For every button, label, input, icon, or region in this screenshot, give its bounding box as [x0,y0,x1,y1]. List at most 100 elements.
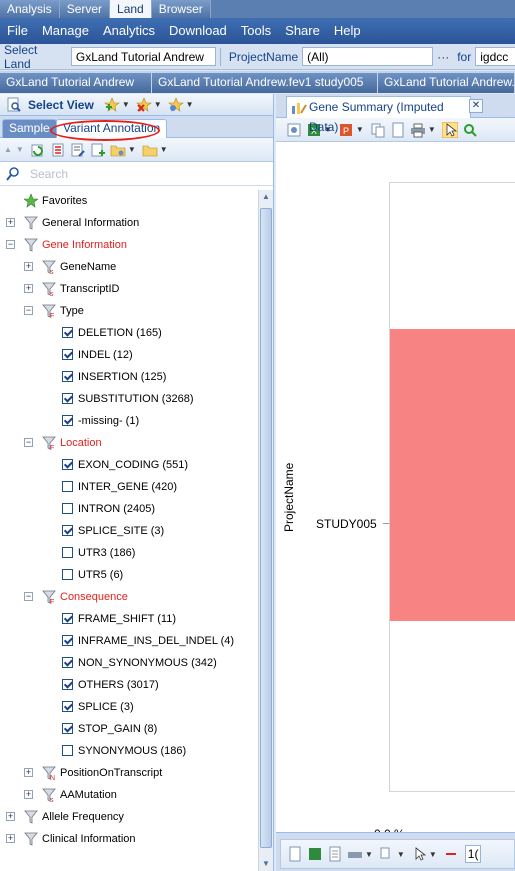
export-ppt-icon[interactable]: P [338,122,354,138]
tree-item-frame-shift[interactable]: FRAME_SHIFT (11) [0,608,258,630]
checkbox[interactable] [62,349,73,360]
tree-item-missing[interactable]: -missing- (1) [0,410,258,432]
expand-icon[interactable]: + [24,768,33,777]
expand-icon[interactable]: + [6,218,15,227]
tree-item-type[interactable]: − F Type [0,300,258,322]
expand-icon[interactable]: + [24,790,33,799]
tree-item-location[interactable]: − F Location [0,432,258,454]
document-icon[interactable] [327,846,343,862]
tree-item-substitution[interactable]: SUBSTITUTION (3268) [0,388,258,410]
checkbox[interactable] [62,481,73,492]
settings-icon[interactable] [286,122,302,138]
tree-item-utr5[interactable]: UTR5 (6) [0,564,258,586]
tree-item-transcriptid[interactable]: + s TranscriptID [0,278,258,300]
scroll-down-button[interactable]: ▼ [260,857,272,871]
collapse-icon[interactable]: − [24,438,33,447]
checkbox[interactable] [62,613,73,624]
checkbox[interactable] [62,525,73,536]
tab-browser[interactable]: Browser [151,0,211,18]
page-icon[interactable] [287,846,303,862]
add-view-icon[interactable] [103,96,120,113]
tree-item-aamutation[interactable]: + s AAMutation [0,784,258,806]
tree-item-intron[interactable]: INTRON (2405) [0,498,258,520]
tree-item-inter-gene[interactable]: INTER_GENE (420) [0,476,258,498]
close-icon[interactable]: ✕ [469,99,483,113]
expand-icon[interactable]: + [6,834,15,843]
remove-filter-icon[interactable] [50,142,66,158]
checkbox[interactable] [62,701,73,712]
open-folder-icon[interactable] [142,142,158,158]
project-name-select[interactable]: (All) [302,47,434,66]
copy-icon[interactable] [379,846,395,862]
edit-filter-icon[interactable] [70,142,86,158]
checkbox[interactable] [62,745,73,756]
tree-item-positionontranscript[interactable]: + N PositionOnTranscript [0,762,258,784]
tab-gene-summary[interactable]: Gene Summary (Imputed Data) [286,96,471,134]
bar-study005[interactable] [390,328,515,621]
expand-down-icon[interactable]: ▼ [16,145,24,154]
print-icon[interactable] [410,122,426,138]
copy-icon[interactable] [370,122,386,138]
tree-item-consequence[interactable]: − F Consequence [0,586,258,608]
checkbox[interactable] [62,569,73,580]
land-select[interactable]: GxLand Tutorial Andrew [70,47,216,66]
doc-tab-study005[interactable]: GxLand Tutorial Andrew.fev1 study005 [152,73,378,93]
checkbox[interactable] [62,635,73,646]
page-icon[interactable] [390,122,406,138]
magnifier-view-icon[interactable] [6,97,22,113]
tree-item-non-synonymous[interactable]: NON_SYNONYMOUS (342) [0,652,258,674]
zoom-icon[interactable] [462,122,478,138]
collapse-icon[interactable]: − [24,592,33,601]
tree-item-synonymous[interactable]: SYNONYMOUS (186) [0,740,258,762]
tab-variant-annotation[interactable]: Variant Annotation [56,119,168,138]
expand-icon[interactable]: + [24,284,33,293]
chevron-down-icon[interactable]: ▼ [122,100,130,109]
checkbox[interactable] [62,327,73,338]
doc-tab-rs[interactable]: GxLand Tutorial Andrew.rs [378,73,515,93]
chevron-down-icon[interactable]: ▼ [160,145,168,154]
pointer-icon[interactable] [441,121,458,138]
menu-file[interactable]: File [0,18,35,44]
tree-item-allele-frequency[interactable]: + Allele Frequency [0,806,258,828]
pointer-icon[interactable] [411,846,427,862]
chevron-down-icon[interactable]: ▼ [128,145,136,154]
checkbox[interactable] [62,679,73,690]
menu-analytics[interactable]: Analytics [96,18,162,44]
chevron-down-icon[interactable]: ▼ [397,850,405,859]
tree-item-gene-information[interactable]: − Gene Information [0,234,258,256]
tab-land[interactable]: Land [110,0,152,18]
search-input[interactable]: Search [30,167,68,181]
chevron-down-icon[interactable]: ▼ [428,125,436,134]
add-filter-icon[interactable] [90,142,106,158]
tab-analysis[interactable]: Analysis [0,0,60,18]
checkbox[interactable] [62,459,73,470]
chevron-down-icon[interactable]: ▼ [429,850,437,859]
scroll-thumb[interactable] [260,208,272,848]
tree-item-clinical-information[interactable]: + Clinical Information [0,828,258,850]
tab-sample[interactable]: Sample [2,119,57,138]
for-input[interactable]: igdcc [475,47,515,66]
tree-item-genename[interactable]: + s GeneName [0,256,258,278]
print-icon[interactable] [347,846,363,862]
tree-item-insertion[interactable]: INSERTION (125) [0,366,258,388]
bottom-value-input[interactable]: 1( [464,845,482,863]
tab-server[interactable]: Server [59,0,111,18]
checkbox[interactable] [62,371,73,382]
vertical-scrollbar[interactable]: ▲ ▼ [258,190,273,871]
delete-view-icon[interactable] [135,96,152,113]
tree-item-others[interactable]: OTHERS (3017) [0,674,258,696]
tree-item-splice[interactable]: SPLICE (3) [0,696,258,718]
chevron-down-icon[interactable]: ▼ [186,100,194,109]
select-view-label[interactable]: Select View [28,98,94,112]
menu-help[interactable]: Help [327,18,368,44]
tree-item-exon-coding[interactable]: EXON_CODING (551) [0,454,258,476]
collapse-icon[interactable]: − [24,306,33,315]
expand-icon[interactable]: + [24,262,33,271]
remove-icon[interactable] [443,846,459,862]
menu-download[interactable]: Download [162,18,234,44]
refresh-icon[interactable] [30,142,46,158]
tree-item-splice-site[interactable]: SPLICE_SITE (3) [0,520,258,542]
checkbox[interactable] [62,723,73,734]
menu-share[interactable]: Share [278,18,327,44]
tree-item-utr3[interactable]: UTR3 (186) [0,542,258,564]
